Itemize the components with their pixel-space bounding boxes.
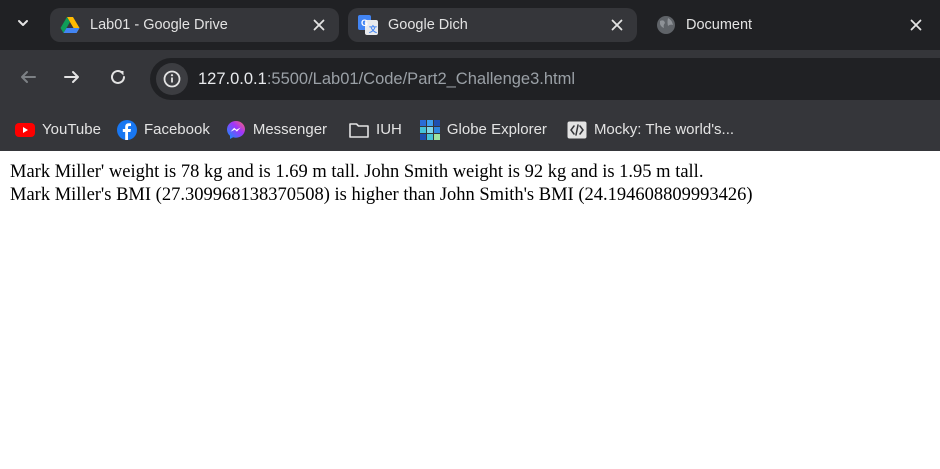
url-text: 127.0.0.1:5500/Lab01/Code/Part2_Challeng… <box>198 70 575 89</box>
bookmark-facebook[interactable]: Facebook <box>111 115 216 145</box>
bookmark-label: Messenger <box>252 121 328 138</box>
forward-button[interactable] <box>57 64 87 94</box>
back-button[interactable] <box>13 64 43 94</box>
bmi-comparison-text: Mark Miller's BMI (27.309968138370508) i… <box>10 185 753 205</box>
close-tab-icon[interactable] <box>605 13 629 37</box>
folder-icon <box>349 120 369 140</box>
bookmark-youtube[interactable]: YouTube <box>9 115 107 145</box>
google-translate-icon: G 文 <box>358 15 378 35</box>
address-bar[interactable]: 127.0.0.1:5500/Lab01/Code/Part2_Challeng… <box>150 58 940 100</box>
svg-text:G: G <box>361 18 368 28</box>
reload-icon <box>109 68 127 91</box>
bookmark-label: IUH <box>376 121 402 138</box>
tab-google-translate[interactable]: G 文 Google Dich <box>348 8 637 42</box>
bookmark-label: Mocky: The world's... <box>593 121 735 138</box>
google-drive-icon <box>60 15 80 35</box>
toolbar: 127.0.0.1:5500/Lab01/Code/Part2_Challeng… <box>0 50 940 108</box>
bookmark-label: Globe Explorer <box>446 121 547 138</box>
arrow-right-icon <box>63 68 81 91</box>
url-host: 127.0.0.1 <box>198 69 267 88</box>
tab-search-button[interactable] <box>8 10 38 40</box>
svg-text:文: 文 <box>369 24 378 34</box>
close-tab-icon[interactable] <box>904 13 928 37</box>
chevron-down-icon <box>16 16 30 35</box>
url-path: :5500/Lab01/Code/Part2_Challenge3.html <box>266 69 576 88</box>
tab-title: Lab01 - Google Drive <box>90 17 228 33</box>
facebook-icon <box>116 119 137 140</box>
bookmarks-bar: YouTube Facebook Messenger IUH Globe Exp… <box>0 108 940 151</box>
bookmark-messenger[interactable]: Messenger <box>220 115 333 145</box>
page-viewport: Mark Miller' weight is 78 kg and is 1.69… <box>0 151 940 469</box>
tab-document[interactable]: Document <box>646 8 936 42</box>
close-tab-icon[interactable] <box>307 13 331 37</box>
youtube-icon <box>15 120 35 140</box>
tab-title: Google Dich <box>388 17 468 33</box>
bookmark-label: Facebook <box>143 121 210 138</box>
bookmark-folder-iuh[interactable]: IUH <box>343 115 408 145</box>
code-icon <box>567 120 587 140</box>
page-content: Mark Miller' weight is 78 kg and is 1.69… <box>10 161 753 207</box>
arrow-left-icon <box>19 68 37 91</box>
messenger-icon <box>226 120 246 140</box>
weight-height-text: Mark Miller' weight is 78 kg and is 1.69… <box>10 162 704 182</box>
tab-google-drive[interactable]: Lab01 - Google Drive <box>50 8 339 42</box>
tab-strip: Lab01 - Google Drive G 文 Google Dich Doc… <box>0 0 940 50</box>
browser-chrome: Lab01 - Google Drive G 文 Google Dich Doc… <box>0 0 940 151</box>
globe-explorer-icon <box>419 119 440 140</box>
bookmark-label: YouTube <box>42 121 101 138</box>
bookmark-mocky[interactable]: Mocky: The world's... <box>561 115 740 145</box>
bookmark-globe-explorer[interactable]: Globe Explorer <box>414 115 553 145</box>
reload-button[interactable] <box>103 64 133 94</box>
tab-title: Document <box>686 17 753 33</box>
site-info-icon[interactable] <box>156 63 188 95</box>
globe-icon <box>656 15 676 35</box>
